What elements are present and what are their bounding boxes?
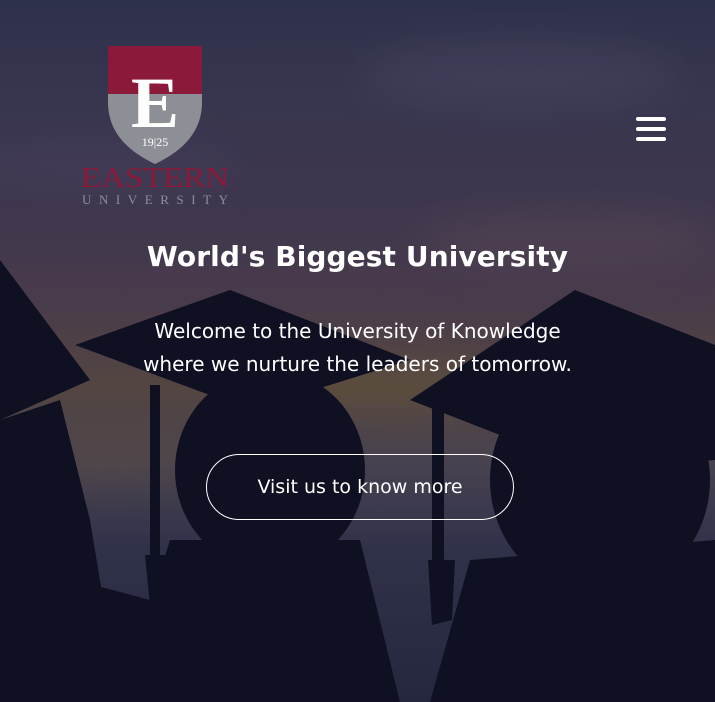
logo-letter: E	[131, 63, 179, 143]
hamburger-icon-bar	[636, 117, 666, 121]
hamburger-icon-bar	[636, 127, 666, 131]
hero-title: World's Biggest University	[146, 240, 569, 273]
hero-subtitle: Welcome to the University of Knowledge w…	[0, 315, 715, 381]
hero-subtitle-line: Welcome to the University of Knowledge	[154, 319, 561, 343]
hamburger-icon-bar	[636, 137, 666, 141]
logo-year: 19|25	[142, 135, 168, 149]
hamburger-menu-button[interactable]	[636, 116, 666, 142]
visit-us-button[interactable]: Visit us to know more	[206, 454, 514, 520]
logo-wordmark: EASTERN	[81, 163, 229, 194]
hero-subtitle-line: where we nurture the leaders of tomorrow…	[143, 352, 572, 376]
logo-subtitle: UNIVERSITY	[82, 192, 229, 207]
hero-section: E 19|25 EASTERN UNIVERSITY World's Bigge…	[0, 0, 715, 702]
eastern-university-logo[interactable]: E 19|25 EASTERN UNIVERSITY	[80, 44, 230, 209]
